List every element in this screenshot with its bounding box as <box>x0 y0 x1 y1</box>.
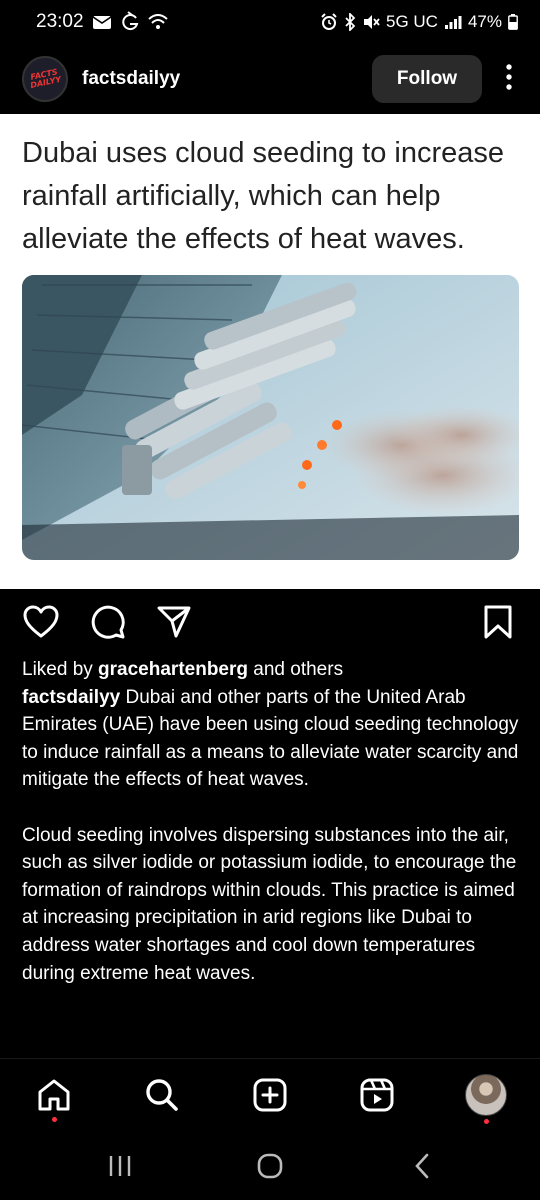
liker-username[interactable]: gracehartenberg <box>98 659 248 680</box>
send-icon[interactable] <box>152 600 196 644</box>
mail-icon <box>92 15 111 29</box>
home-icon[interactable] <box>32 1073 76 1117</box>
home-button-icon[interactable] <box>250 1150 290 1182</box>
profile-avatar[interactable] <box>464 1073 508 1117</box>
post-caption: Liked by gracehartenberg and others fact… <box>22 656 522 987</box>
comment-icon[interactable] <box>86 600 130 644</box>
post-header: FACTS DAILYY factsdailyy Follow <box>0 44 540 114</box>
likes-prefix: Liked by <box>22 659 99 680</box>
plus-square-icon[interactable] <box>248 1073 292 1117</box>
caption-paragraph-1: factsdailyy Dubai and other parts of the… <box>22 684 522 794</box>
battery-icon <box>508 14 518 30</box>
heart-icon[interactable] <box>19 600 63 644</box>
status-time: 23:02 <box>36 11 84 32</box>
search-icon[interactable] <box>140 1073 184 1117</box>
follow-button[interactable]: Follow <box>372 55 482 103</box>
post-image[interactable] <box>22 275 519 560</box>
bluetooth-icon <box>345 13 356 31</box>
network-label: 5G UC <box>386 12 438 31</box>
mute-icon <box>364 15 380 29</box>
system-navigation <box>0 1134 540 1200</box>
back-icon[interactable] <box>402 1150 442 1182</box>
bottom-navigation <box>0 1058 540 1135</box>
account-avatar[interactable]: FACTS DAILYY <box>22 56 68 102</box>
caption-paragraph-2: Cloud seeding involves dispersing substa… <box>22 824 517 984</box>
status-bar: 23:02 5G UC 47% <box>0 0 540 44</box>
more-options-icon[interactable] <box>496 63 522 95</box>
account-username[interactable]: factsdailyy <box>82 68 372 90</box>
recent-apps-icon[interactable] <box>100 1150 140 1182</box>
signal-icon <box>444 16 462 29</box>
likes-line: Liked by gracehartenberg and others <box>22 656 522 684</box>
alarm-icon <box>321 13 337 30</box>
battery-percent: 47% <box>467 12 502 31</box>
profile-notification-dot <box>484 1119 489 1124</box>
likes-suffix[interactable]: and others <box>248 659 343 680</box>
bookmark-icon[interactable] <box>476 600 520 644</box>
reels-icon[interactable] <box>355 1073 399 1117</box>
post-title: Dubai uses cloud seeding to increase rai… <box>22 137 505 255</box>
caption-username[interactable]: factsdailyy <box>22 687 120 708</box>
avatar-logo-text: FACTS DAILYY <box>29 67 62 91</box>
home-notification-dot <box>52 1117 57 1122</box>
post-actions <box>0 600 540 648</box>
wifi-icon <box>147 14 168 29</box>
g-icon <box>121 11 138 31</box>
